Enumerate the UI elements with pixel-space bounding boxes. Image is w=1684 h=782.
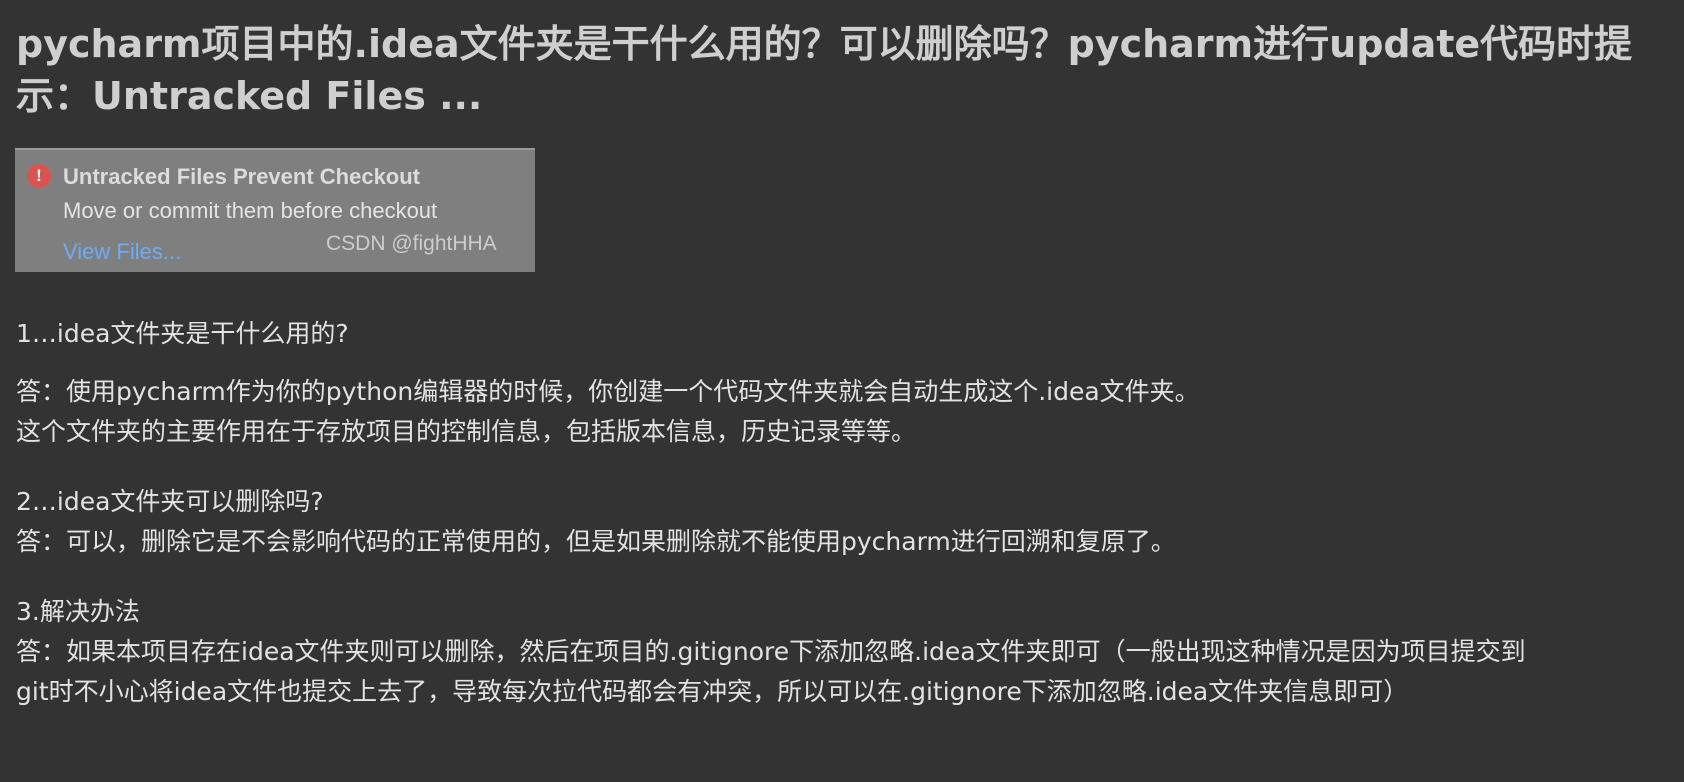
section-question-2: 2…idea文件夹可以删除吗? 答：可以，删除它是不会影响代码的正常使用的，但是… (16, 482, 1676, 562)
question-1: 1…idea文件夹是干什么用的? (16, 319, 349, 348)
answer-1-line-1: 答：使用pycharm作为你的python编辑器的时候，你创建一个代码文件夹就会… (16, 377, 1200, 406)
solution-heading: 3.解决办法 (16, 597, 140, 626)
watermark: CSDN @fightHHA (326, 232, 497, 255)
section-question-1: 1…idea文件夹是干什么用的? (16, 314, 1676, 372)
article-page: pycharm项目中的.idea文件夹是干什么用的？可以删除吗？pycharm进… (0, 0, 1684, 782)
article-body: 1…idea文件夹是干什么用的? 答：使用pycharm作为你的python编辑… (16, 314, 1676, 742)
solution-line-2: git时不小心将idea文件也提交上去了，导致每次拉代码都会有冲突，所以可以在.… (16, 677, 1409, 706)
view-files-link[interactable]: View Files... (63, 239, 181, 265)
notification-title: Untracked Files Prevent Checkout (63, 164, 421, 189)
section-answer-1: 答：使用pycharm作为你的python编辑器的时候，你创建一个代码文件夹就会… (16, 372, 1676, 452)
answer-2: 答：可以，删除它是不会影响代码的正常使用的，但是如果删除就不能使用pycharm… (16, 527, 1176, 556)
notification-subtitle: Move or commit them before checkout (63, 198, 438, 223)
section-solution: 3.解决办法 答：如果本项目存在idea文件夹则可以删除，然后在项目的.giti… (16, 592, 1676, 712)
solution-line-1: 答：如果本项目存在idea文件夹则可以删除，然后在项目的.gitignore下添… (16, 637, 1526, 666)
article-title: pycharm项目中的.idea文件夹是干什么用的？可以删除吗？pycharm进… (16, 22, 1633, 118)
untracked-files-notification: ! Untracked Files Prevent Checkout Move … (15, 148, 535, 272)
error-icon: ! (27, 164, 51, 188)
question-2: 2…idea文件夹可以删除吗? (16, 487, 324, 516)
answer-1-line-2: 这个文件夹的主要作用在于存放项目的控制信息，包括版本信息，历史记录等等。 (16, 417, 917, 446)
